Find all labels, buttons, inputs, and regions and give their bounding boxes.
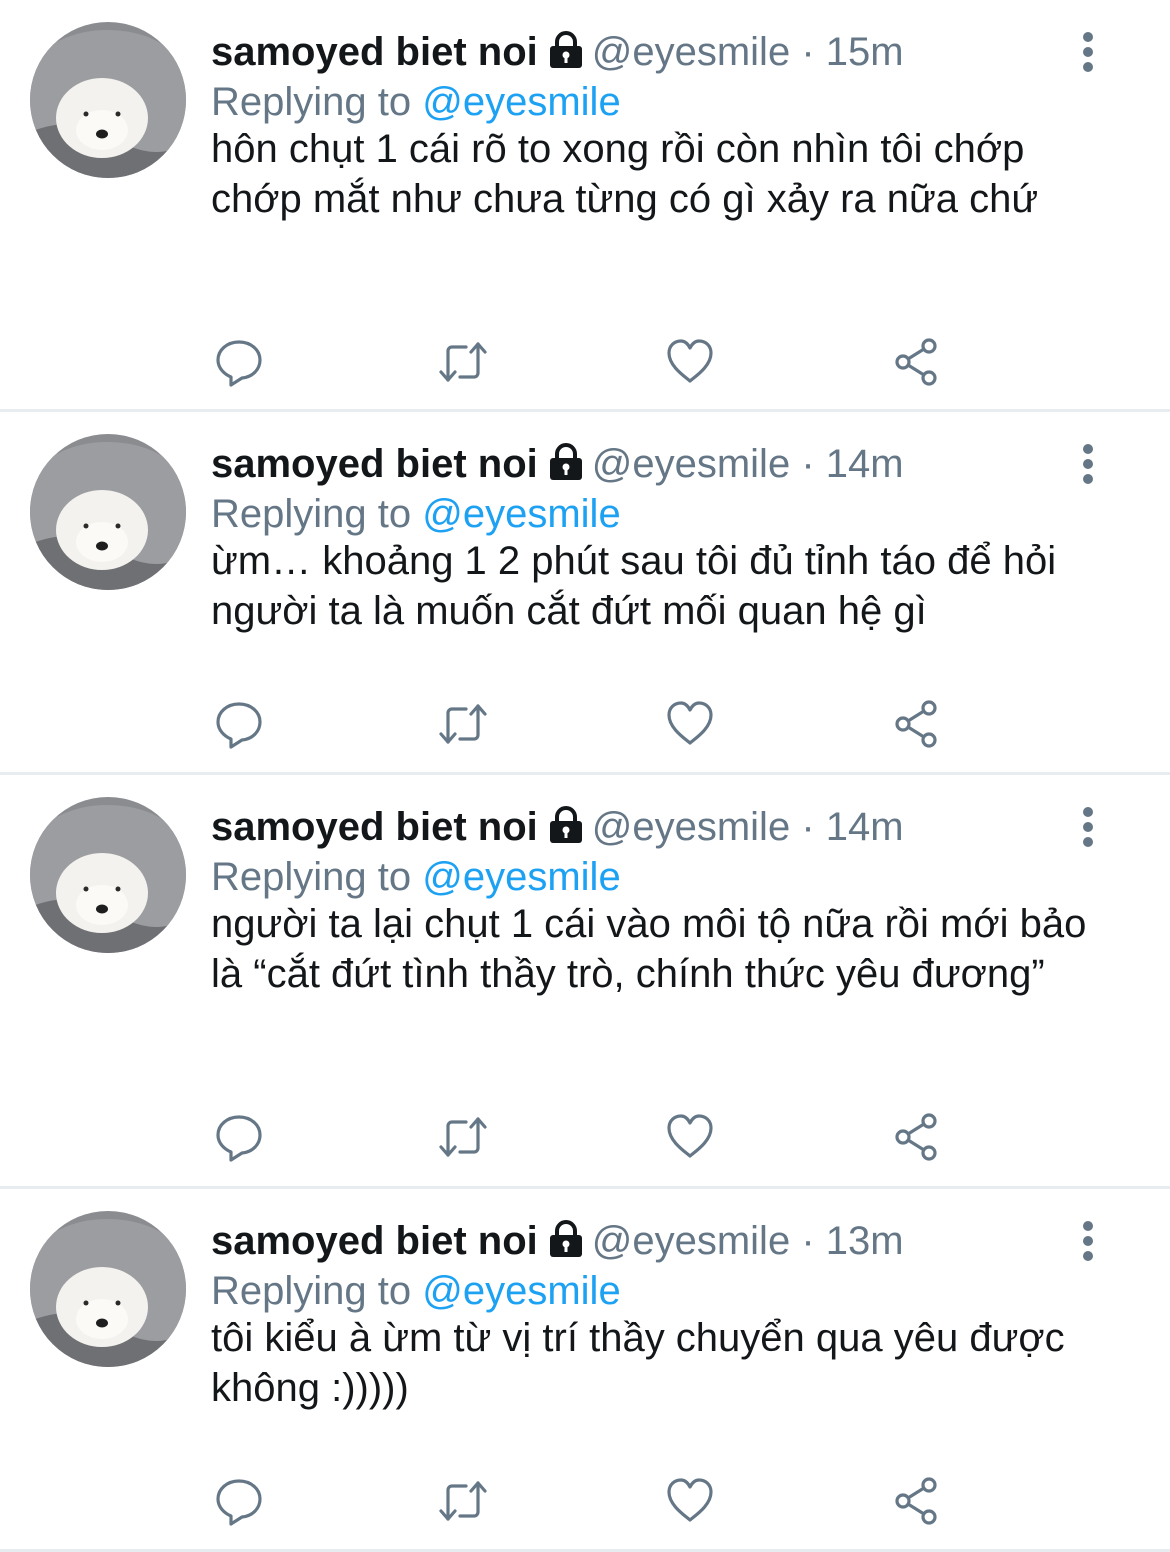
lock-icon — [546, 806, 586, 855]
reply-icon[interactable] — [213, 1111, 265, 1163]
tweet-actions — [211, 336, 971, 388]
avatar[interactable] — [30, 22, 186, 178]
lock-icon — [546, 1220, 586, 1269]
tweet-header: samoyed biet noi @eyesmile · 13m — [211, 1217, 904, 1269]
share-icon[interactable] — [891, 698, 943, 750]
separator-dot: · — [801, 1219, 815, 1263]
replying-mention[interactable]: @eyesmile — [422, 855, 620, 899]
more-options-icon[interactable] — [1070, 440, 1106, 488]
replying-mention[interactable]: @eyesmile — [422, 1269, 620, 1313]
author-handle[interactable]: @eyesmile — [592, 805, 790, 849]
share-icon[interactable] — [891, 336, 943, 388]
replying-prefix: Replying to — [211, 492, 412, 536]
author-handle[interactable]: @eyesmile — [592, 30, 790, 74]
reply-icon[interactable] — [213, 336, 265, 388]
author-name[interactable]: samoyed biet noi — [211, 442, 538, 486]
replying-mention[interactable]: @eyesmile — [422, 492, 620, 536]
more-options-icon[interactable] — [1070, 1217, 1106, 1265]
replying-to: Replying to @eyesmile — [211, 78, 621, 126]
replying-to: Replying to @eyesmile — [211, 490, 621, 538]
replying-to: Replying to @eyesmile — [211, 853, 621, 901]
author-name[interactable]: samoyed biet noi — [211, 805, 538, 849]
reply-icon[interactable] — [213, 698, 265, 750]
author-name[interactable]: samoyed biet noi — [211, 30, 538, 74]
retweet-icon[interactable] — [437, 1111, 489, 1163]
avatar[interactable] — [30, 797, 186, 953]
tweet-text: người ta lại chụt 1 cái vào môi tộ nữa r… — [211, 902, 1087, 996]
tweet-text: ừm… khoảng 1 2 phút sau tôi đủ tỉnh táo … — [211, 539, 1057, 633]
retweet-icon[interactable] — [437, 336, 489, 388]
timestamp[interactable]: 13m — [826, 1219, 904, 1263]
share-icon[interactable] — [891, 1111, 943, 1163]
like-icon[interactable] — [664, 1475, 716, 1527]
separator-dot: · — [801, 442, 815, 486]
timestamp[interactable]: 14m — [826, 805, 904, 849]
lock-icon — [546, 443, 586, 492]
tweet[interactable]: samoyed biet noi @eyesmile · 14m Replying… — [0, 412, 1170, 775]
tweet-header: samoyed biet noi @eyesmile · 14m — [211, 440, 904, 492]
author-handle[interactable]: @eyesmile — [592, 442, 790, 486]
avatar[interactable] — [30, 434, 186, 590]
author-name[interactable]: samoyed biet noi — [211, 1219, 538, 1263]
lock-icon — [546, 31, 586, 80]
tweet[interactable]: samoyed biet noi @eyesmile · 13m Replying… — [0, 1189, 1170, 1552]
author-handle[interactable]: @eyesmile — [592, 1219, 790, 1263]
tweet-actions — [211, 1111, 971, 1163]
more-options-icon[interactable] — [1070, 803, 1106, 851]
replying-prefix: Replying to — [211, 855, 412, 899]
timestamp[interactable]: 15m — [826, 30, 904, 74]
separator-dot: · — [801, 805, 815, 849]
tweet-feed: samoyed biet noi @eyesmile · 15m Replying… — [0, 0, 1170, 1552]
avatar[interactable] — [30, 1211, 186, 1367]
tweet-actions — [211, 698, 971, 750]
tweet-text: hôn chụt 1 cái rõ to xong rồi còn nhìn t… — [211, 127, 1039, 221]
tweet-text: tôi kiểu à ừm từ vị trí thầy chuyển qua … — [211, 1316, 1065, 1410]
like-icon[interactable] — [664, 336, 716, 388]
replying-to: Replying to @eyesmile — [211, 1267, 621, 1315]
replying-mention[interactable]: @eyesmile — [422, 80, 620, 124]
timestamp[interactable]: 14m — [826, 442, 904, 486]
more-options-icon[interactable] — [1070, 28, 1106, 76]
retweet-icon[interactable] — [437, 1475, 489, 1527]
like-icon[interactable] — [664, 698, 716, 750]
tweet[interactable]: samoyed biet noi @eyesmile · 14m Replying… — [0, 775, 1170, 1189]
tweet[interactable]: samoyed biet noi @eyesmile · 15m Replying… — [0, 0, 1170, 412]
tweet-actions — [211, 1475, 971, 1527]
separator-dot: · — [801, 30, 815, 74]
replying-prefix: Replying to — [211, 1269, 412, 1313]
reply-icon[interactable] — [213, 1475, 265, 1527]
share-icon[interactable] — [891, 1475, 943, 1527]
tweet-header: samoyed biet noi @eyesmile · 15m — [211, 28, 904, 80]
replying-prefix: Replying to — [211, 80, 412, 124]
tweet-header: samoyed biet noi @eyesmile · 14m — [211, 803, 904, 855]
like-icon[interactable] — [664, 1111, 716, 1163]
retweet-icon[interactable] — [437, 698, 489, 750]
